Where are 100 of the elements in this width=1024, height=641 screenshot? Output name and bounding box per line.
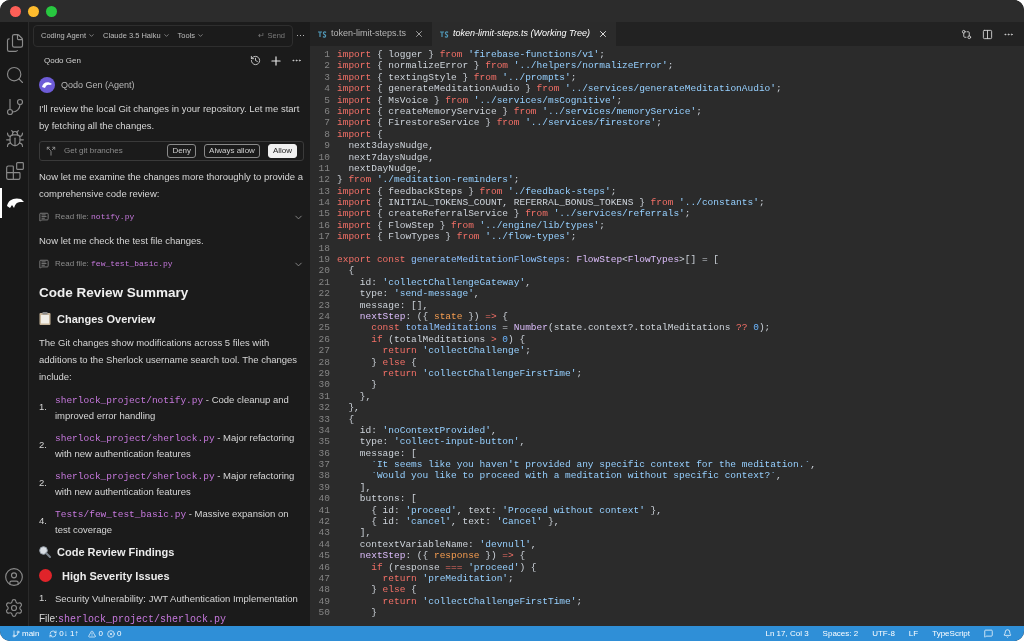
code-line: nextStep: ({ state }) => { <box>358 311 509 323</box>
line-number: 23 <box>317 299 330 311</box>
code-line: import { MsVoice } from '../services/msCognitive'; <box>337 94 623 106</box>
close-tab-icon[interactable] <box>414 29 425 39</box>
permission-button[interactable]: Deny <box>167 144 197 159</box>
status-item[interactable]: UTF-8 <box>872 627 895 640</box>
line-number: 15 <box>317 208 330 220</box>
list-number: 2. <box>39 438 48 453</box>
line-number: 30 <box>317 379 330 391</box>
code-line: contextVariableName: 'devnull', <box>358 538 537 551</box>
line-number: 46 <box>317 561 330 573</box>
code-line: const totalMeditations = Number(state.context?.totalMeditations ?? 0); <box>370 322 771 334</box>
code-line: import { generateMeditationAudio } from '../services/generateMeditationAudio'; <box>337 83 782 95</box>
severity-dot-icon <box>39 569 52 583</box>
line-number: 25 <box>317 322 330 334</box>
line-number: 14 <box>317 197 330 209</box>
list-item-text: sherlock_project/sherlock.py - Major refactoring with new authentication features <box>55 469 296 499</box>
line-number: 34 <box>317 424 330 437</box>
more-button[interactable]: ··· <box>293 28 308 43</box>
line-number: 5 <box>323 94 330 106</box>
new-chat-icon[interactable] <box>269 53 283 68</box>
sync-status[interactable]: 0↓ 1↑ <box>59 627 79 640</box>
list-item-text: Security Vulnerability: JWT Authentication Implementation <box>55 592 298 606</box>
line-number: 47 <box>317 572 330 585</box>
warnings-count[interactable]: 0 <box>98 627 103 640</box>
line-number: 33 <box>317 413 330 425</box>
zoom-window-button[interactable] <box>46 5 57 17</box>
line-number: 16 <box>317 219 330 232</box>
line-number: 38 <box>317 470 330 482</box>
line-number: 3 <box>323 71 330 84</box>
line-number: 41 <box>317 504 330 516</box>
read-file-icon <box>39 259 49 270</box>
line-number: 27 <box>317 345 330 357</box>
branch-status[interactable]: main <box>22 627 40 640</box>
allow-button[interactable]: Allow <box>267 144 297 159</box>
line-number: 19 <box>317 254 330 266</box>
status-item[interactable]: Ln 17, Col 3 <box>765 627 809 640</box>
line-number: 12 <box>317 174 330 186</box>
code-line: ], <box>358 481 372 494</box>
editor-tab[interactable]: token-limit-steps.ts (Working Tree) <box>432 22 616 46</box>
line-number: 39 <box>317 481 330 494</box>
code-line: }, <box>358 390 372 403</box>
line-number: 36 <box>317 447 330 460</box>
line-number: 18 <box>317 242 330 255</box>
chevron-down-icon <box>197 32 205 40</box>
message-text: The Git changes show modifications across 5 files with additions to the Sherlock username search tool. The changes include: <box>39 336 299 384</box>
minimize-window-button[interactable] <box>28 5 39 17</box>
code-line: message: [], <box>358 299 429 311</box>
code-line: message: [ <box>358 447 417 460</box>
line-number: 1 <box>323 49 330 61</box>
line-number: 48 <box>317 584 330 596</box>
list-number: 1. <box>39 400 48 415</box>
section-heading: Code Review Findings <box>57 545 175 560</box>
message-text: I'll review the local Git changes in your repository. Let me start by fetching all the changes. <box>39 102 301 134</box>
files-icon[interactable] <box>5 33 25 53</box>
code-line: } from './meditation-reminders'; <box>337 174 520 186</box>
extensions-icon[interactable] <box>5 161 25 181</box>
agent-name: Qodo Gen (Agent) <box>61 78 135 92</box>
read-file-label: Read file: notify.py <box>55 211 135 224</box>
code-line: import { createReferralService } from '../services/referrals'; <box>337 208 691 220</box>
line-number: 32 <box>317 402 330 414</box>
settings-icon[interactable] <box>4 598 24 618</box>
split-editor-icon[interactable] <box>982 28 993 40</box>
compare-icon[interactable] <box>961 28 972 40</box>
code-line: } <box>370 607 377 619</box>
code-line: if (totalMeditations > 0) { <box>370 333 526 346</box>
status-item[interactable]: Spaces: 2 <box>822 627 859 640</box>
status-item[interactable]: LF <box>908 627 919 640</box>
line-number: 7 <box>323 117 330 129</box>
fork-icon <box>46 146 56 157</box>
code-line: { id: 'proceed', text: 'Proceed without context' }, <box>370 504 662 516</box>
file-reference: File:sherlock_project/sherlock.py <box>39 613 227 626</box>
run-debug-icon[interactable] <box>5 129 25 149</box>
section-heading: Changes Overview <box>57 311 156 327</box>
message-text: Now let me examine the changes more thoroughly to provide a comprehensive code review: <box>39 170 304 202</box>
code-line: import { createMemoryService } from '../services/memoryService'; <box>337 105 702 118</box>
code-line: ], <box>358 527 372 539</box>
branch-icon[interactable] <box>5 97 25 117</box>
code-line: import { textingStyle } from '../prompts'; <box>337 71 577 84</box>
code-line: id: 'collectChallengeGateway', <box>358 276 531 289</box>
history-icon[interactable] <box>250 55 261 67</box>
errors-count[interactable]: 0 <box>116 627 122 640</box>
code-line: export const generateMeditationFlowSteps: FlowStep<FlowTypes>[] = [ <box>337 254 719 266</box>
line-number: 26 <box>317 333 330 346</box>
close-window-button[interactable] <box>10 5 21 17</box>
account-icon[interactable] <box>4 567 24 587</box>
status-item[interactable]: TypeScript <box>932 627 970 640</box>
line-number: 44 <box>317 538 330 551</box>
line-number: 29 <box>317 367 330 380</box>
line-number: 2 <box>323 60 330 72</box>
permission-button[interactable]: Always allow <box>204 144 260 159</box>
list-item-text: sherlock_project/sherlock.py - Major refactoring with new authentication features <box>55 431 296 461</box>
code-line: nextStep: ({ response }) => { <box>358 550 526 562</box>
line-number: 28 <box>317 356 330 368</box>
code-line: return 'collectChallenge'; <box>381 345 531 357</box>
warning-icon <box>88 629 97 638</box>
search-icon[interactable] <box>5 65 25 85</box>
line-number: 31 <box>317 390 330 403</box>
close-tab-icon[interactable] <box>597 29 608 39</box>
code-line: import { normalizeError } from '../helpers/normalizeError'; <box>337 60 674 72</box>
